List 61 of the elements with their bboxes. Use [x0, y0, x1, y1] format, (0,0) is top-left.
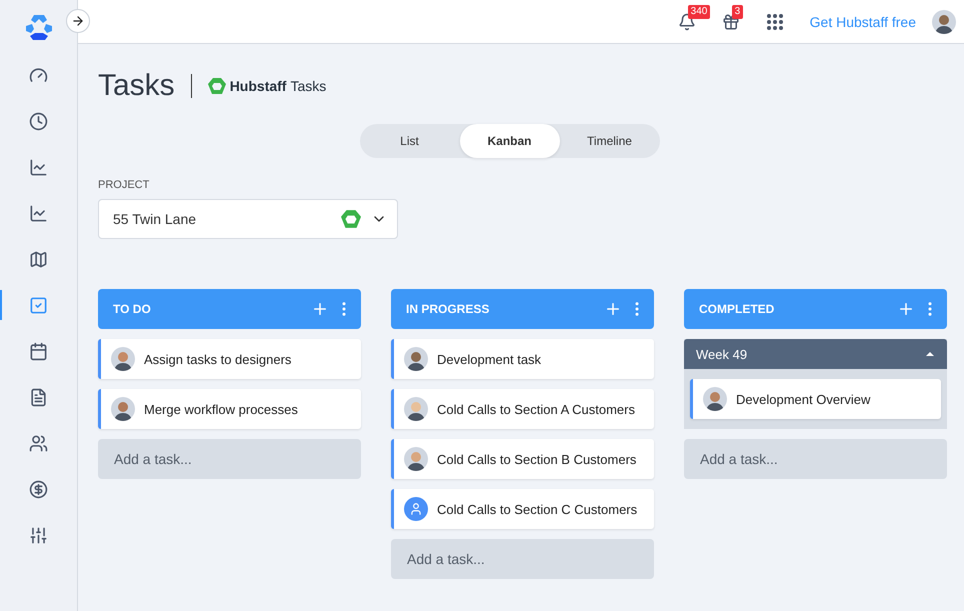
dollar-icon: [29, 480, 48, 498]
add-task-button[interactable]: Add a task...: [684, 439, 947, 479]
add-icon[interactable]: [604, 300, 622, 318]
task-title: Cold Calls to Section A Customers: [437, 402, 635, 416]
avatar-placeholder-icon: [404, 497, 428, 521]
view-tab[interactable]: List: [360, 124, 460, 158]
add-task-button[interactable]: Add a task...: [391, 539, 654, 579]
column-title: TO DO: [113, 302, 152, 316]
clock-icon: [29, 112, 48, 130]
task-card[interactable]: Cold Calls to Section A Customers: [391, 389, 654, 429]
sliders-icon: [29, 526, 48, 544]
page-title: Tasks: [98, 74, 192, 98]
logo-icon[interactable]: [24, 12, 54, 42]
apps-grid-icon[interactable]: [766, 12, 784, 30]
avatar: [111, 397, 135, 421]
task-card[interactable]: Cold Calls to Section C Customers: [391, 489, 654, 529]
avatar: [404, 397, 428, 421]
task-title: Development task: [437, 352, 542, 366]
column-title: COMPLETED: [699, 302, 776, 316]
expand-sidebar-button[interactable]: [66, 9, 90, 33]
task-card[interactable]: Assign tasks to designers: [98, 339, 361, 379]
notifications-button[interactable]: [678, 12, 696, 30]
task-title: Cold Calls to Section B Customers: [437, 452, 636, 466]
caret-up-icon: [925, 351, 935, 357]
task-title: Cold Calls to Section C Customers: [437, 502, 638, 516]
add-icon[interactable]: [897, 300, 915, 318]
project-select[interactable]: 55 Twin Lane: [98, 199, 398, 239]
task-card[interactable]: Cold Calls to Section B Customers: [391, 439, 654, 479]
add-icon[interactable]: [311, 300, 329, 318]
view-tab[interactable]: Kanban: [460, 124, 560, 158]
notification-count: 340: [688, 4, 710, 18]
add-task-button[interactable]: Add a task...: [98, 439, 361, 479]
group-header[interactable]: Week 49: [684, 339, 947, 369]
avatar: [404, 347, 428, 371]
gifts-button[interactable]: [722, 12, 740, 30]
avatar: [111, 347, 135, 371]
brand-suffix: Tasks: [290, 78, 326, 94]
document-icon: [29, 388, 48, 406]
logo-icon: [341, 210, 361, 228]
people-icon: [29, 434, 48, 452]
avatar: [404, 447, 428, 471]
chart-icon: [29, 204, 48, 222]
logo-icon: [208, 78, 226, 94]
chart-icon: [29, 158, 48, 176]
gift-count: 3: [732, 4, 744, 18]
task-card[interactable]: Development Overview: [690, 379, 941, 419]
task-title: Merge workflow processes: [144, 402, 298, 416]
gauge-icon: [29, 66, 48, 84]
checkbox-icon: [29, 296, 48, 314]
brand-name: Hubstaff: [230, 78, 286, 94]
calendar-icon: [29, 342, 48, 360]
avatar: [703, 387, 727, 411]
view-tab[interactable]: Timeline: [560, 124, 660, 158]
task-title: Assign tasks to designers: [144, 352, 292, 366]
project-label: PROJECT: [98, 179, 150, 191]
column-title: IN PROGRESS: [406, 302, 490, 316]
task-title: Development Overview: [736, 392, 870, 406]
task-card[interactable]: Merge workflow processes: [98, 389, 361, 429]
task-card[interactable]: Development task: [391, 339, 654, 379]
map-icon: [29, 250, 48, 268]
avatar: [932, 10, 956, 34]
